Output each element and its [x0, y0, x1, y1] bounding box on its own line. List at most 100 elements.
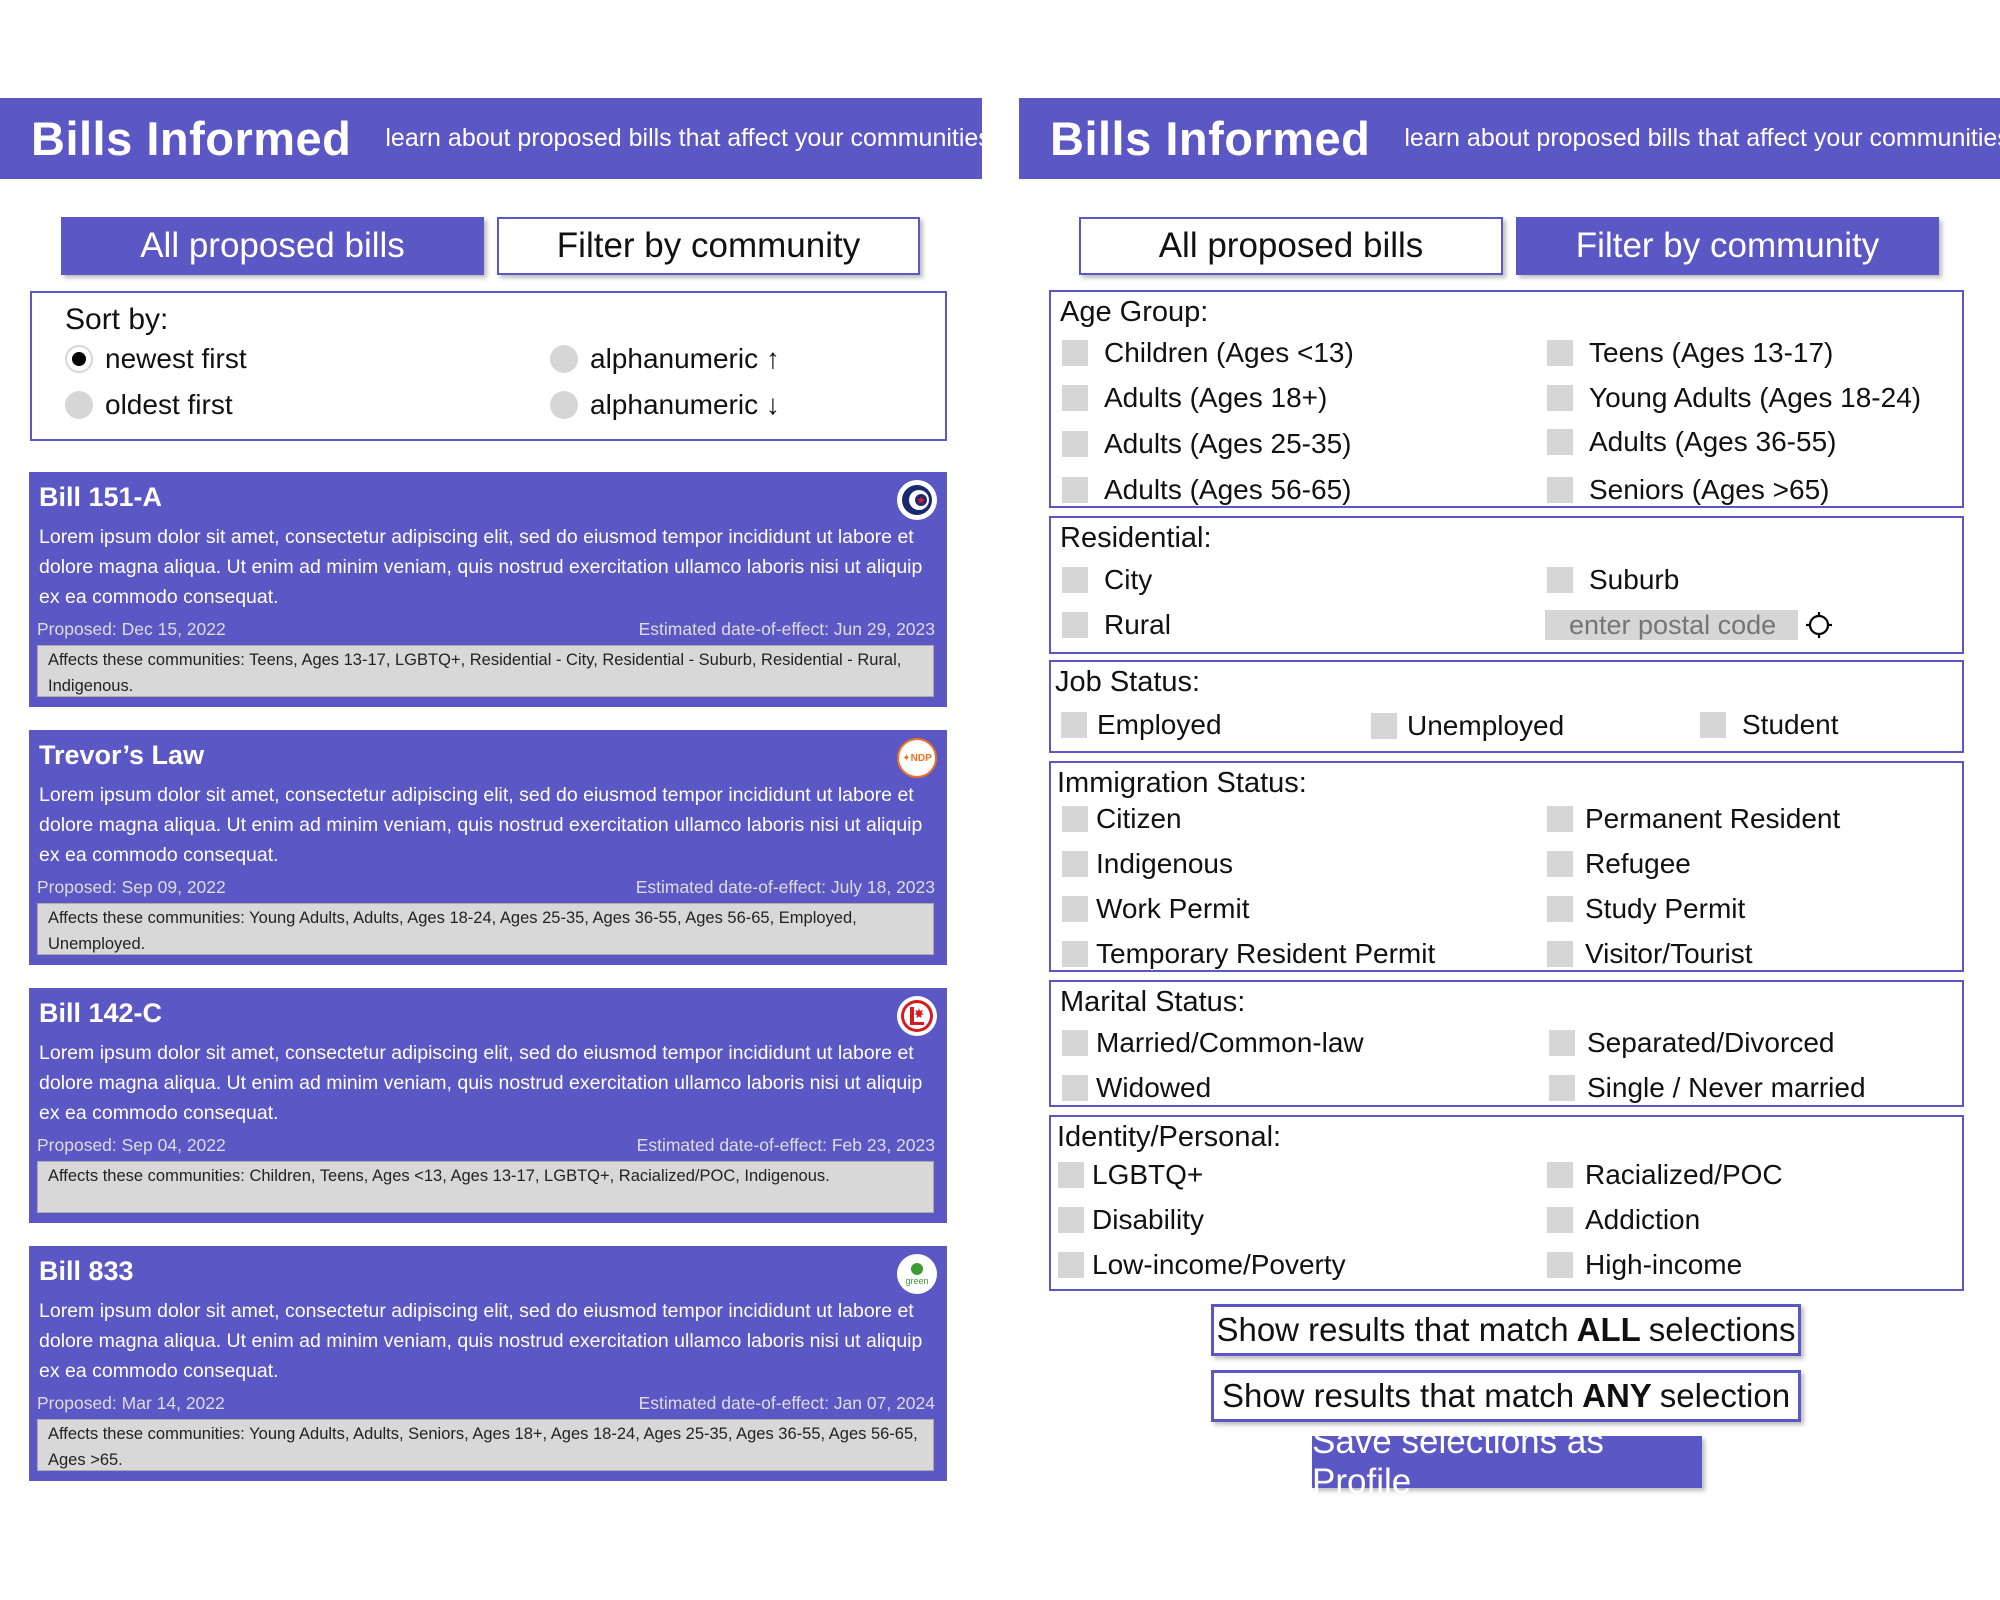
- checkbox-label: Citizen: [1096, 803, 1182, 834]
- bill-proposed-date: Proposed: Sep 09, 2022: [37, 877, 226, 897]
- age-teens-checkbox[interactable]: Teens (Ages 13-17): [1547, 337, 1833, 369]
- bill-description: Lorem ipsum dolor sit amet, consectetur …: [39, 526, 923, 608]
- bill-description: Lorem ipsum dolor sit amet, consectetur …: [39, 1042, 923, 1124]
- checkbox-label: Young Adults (Ages 18-24): [1589, 382, 1922, 413]
- conservative-party-icon: [897, 480, 937, 520]
- section-label: Identity/Personal:: [1057, 1121, 1282, 1153]
- sort-alpha-asc-radio[interactable]: alphanumeric ↑: [550, 343, 780, 375]
- checkbox-icon: [1547, 385, 1573, 411]
- checkbox-label: Married/Common-law: [1096, 1027, 1364, 1058]
- residential-rural-checkbox[interactable]: Rural: [1062, 609, 1171, 641]
- immigration-visitor-checkbox[interactable]: Visitor/Tourist: [1547, 938, 1753, 970]
- checkbox-icon: [1549, 1075, 1575, 1101]
- checkbox-label: Separated/Divorced: [1587, 1027, 1835, 1058]
- radio-unchecked-icon: [65, 391, 93, 419]
- marital-widowed-checkbox[interactable]: Widowed: [1062, 1072, 1211, 1104]
- identity-addiction-checkbox[interactable]: Addiction: [1547, 1204, 1700, 1236]
- app-header: Bills Informed learn about proposed bill…: [1019, 98, 2000, 179]
- checkbox-label: Employed: [1097, 709, 1222, 740]
- match-any-button[interactable]: Show results that match ANY selection: [1211, 1370, 1801, 1422]
- bill-proposed-date: Proposed: Sep 04, 2022: [37, 1135, 226, 1155]
- checkbox-label: Refugee: [1585, 848, 1691, 879]
- marital-married-checkbox[interactable]: Married/Common-law: [1062, 1027, 1364, 1059]
- tab-all-proposed-bills[interactable]: All proposed bills: [61, 217, 484, 275]
- immigration-citizen-checkbox[interactable]: Citizen: [1062, 803, 1182, 835]
- job-student-checkbox[interactable]: Student: [1700, 709, 1839, 741]
- right-panel: Bills Informed learn about proposed bill…: [1019, 98, 2000, 179]
- residential-suburb-checkbox[interactable]: Suburb: [1547, 564, 1679, 596]
- job-employed-checkbox[interactable]: Employed: [1061, 709, 1222, 741]
- checkbox-label: Adults (Ages 56-65): [1104, 474, 1352, 505]
- section-label: Immigration Status:: [1057, 767, 1307, 799]
- ndp-label: ✦NDP: [899, 740, 935, 776]
- checkbox-icon: [1062, 806, 1088, 832]
- bill-card[interactable]: Bill 142-C Lorem ipsum dolor sit amet, c…: [29, 988, 947, 1223]
- marital-separated-checkbox[interactable]: Separated/Divorced: [1549, 1027, 1834, 1059]
- bill-affected-communities: Affects these communities: Teens, Ages 1…: [37, 645, 934, 697]
- age-adults-25-35-checkbox[interactable]: Adults (Ages 25-35): [1062, 428, 1351, 460]
- age-adults-36-55-checkbox[interactable]: Adults (Ages 36-55): [1547, 426, 1836, 458]
- app-tagline: learn about proposed bills that affect y…: [385, 124, 991, 152]
- bill-affected-communities: Affects these communities: Children, Tee…: [37, 1161, 934, 1213]
- locate-icon[interactable]: [1806, 612, 1832, 638]
- checkbox-label: Addiction: [1585, 1204, 1701, 1235]
- sort-alpha-desc-radio[interactable]: alphanumeric ↓: [550, 389, 780, 421]
- bill-title: Bill 142-C: [39, 998, 163, 1028]
- checkbox-icon: [1062, 896, 1088, 922]
- checkbox-icon: [1061, 712, 1087, 738]
- identity-disability-checkbox[interactable]: Disability: [1058, 1204, 1204, 1236]
- button-label: Show results that match: [1221, 1377, 1575, 1414]
- identity-personal-section: Identity/Personal: LGBTQ+ Racialized/POC…: [1049, 1115, 1964, 1291]
- immigration-work-permit-checkbox[interactable]: Work Permit: [1062, 893, 1250, 925]
- app-title: Bills Informed: [31, 112, 352, 165]
- sort-newest-radio[interactable]: newest first: [65, 343, 247, 375]
- checkbox-label: Visitor/Tourist: [1585, 938, 1753, 969]
- age-young-adults-checkbox[interactable]: Young Adults (Ages 18-24): [1547, 382, 1921, 414]
- checkbox-label: City: [1104, 564, 1153, 595]
- checkbox-icon: [1547, 567, 1573, 593]
- bill-card[interactable]: Trevor’s Law ✦NDP Lorem ipsum dolor sit …: [29, 730, 947, 965]
- identity-high-income-checkbox[interactable]: High-income: [1547, 1249, 1742, 1281]
- bill-card[interactable]: Bill 151-A Lorem ipsum dolor sit amet, c…: [29, 472, 947, 707]
- immigration-study-permit-checkbox[interactable]: Study Permit: [1547, 893, 1745, 925]
- marital-single-checkbox[interactable]: Single / Never married: [1549, 1072, 1866, 1104]
- checkbox-label: Permanent Resident: [1585, 803, 1841, 834]
- age-seniors-checkbox[interactable]: Seniors (Ages >65): [1547, 474, 1829, 506]
- checkbox-icon: [1062, 1075, 1088, 1101]
- checkbox-label: Study Permit: [1585, 893, 1746, 924]
- checkbox-icon: [1062, 1030, 1088, 1056]
- bill-card[interactable]: Bill 833 green Lorem ipsum dolor sit ame…: [29, 1246, 947, 1481]
- sort-box: Sort by: newest first oldest first alpha…: [30, 291, 947, 441]
- postal-code-input[interactable]: [1545, 610, 1798, 640]
- tab-all-proposed-bills[interactable]: All proposed bills: [1079, 217, 1503, 275]
- bill-affected-communities: Affects these communities: Young Adults,…: [37, 903, 934, 955]
- age-adults-18-checkbox[interactable]: Adults (Ages 18+): [1062, 382, 1327, 414]
- app-tagline: learn about proposed bills that affect y…: [1404, 124, 2000, 152]
- bill-title: Bill 833: [39, 1256, 134, 1286]
- identity-racialized-checkbox[interactable]: Racialized/POC: [1547, 1159, 1783, 1191]
- sort-oldest-radio[interactable]: oldest first: [65, 389, 233, 421]
- radio-label: alphanumeric ↓: [590, 389, 780, 420]
- checkbox-icon: [1058, 1162, 1084, 1188]
- identity-low-income-checkbox[interactable]: Low-income/Poverty: [1058, 1249, 1346, 1281]
- radio-unchecked-icon: [550, 391, 578, 419]
- checkbox-label: Seniors (Ages >65): [1589, 474, 1830, 505]
- bill-effect-date: Estimated date-of-effect: Feb 23, 2023: [636, 1135, 935, 1155]
- immigration-permanent-resident-checkbox[interactable]: Permanent Resident: [1547, 803, 1840, 835]
- bill-affected-communities: Affects these communities: Young Adults,…: [37, 1419, 934, 1471]
- immigration-refugee-checkbox[interactable]: Refugee: [1547, 848, 1691, 880]
- checkbox-icon: [1547, 941, 1573, 967]
- match-all-button[interactable]: Show results that match ALL selections: [1211, 1304, 1801, 1356]
- age-adults-56-65-checkbox[interactable]: Adults (Ages 56-65): [1062, 474, 1351, 506]
- tab-filter-by-community[interactable]: Filter by community: [497, 217, 920, 275]
- immigration-temporary-resident-checkbox[interactable]: Temporary Resident Permit: [1062, 938, 1435, 970]
- immigration-indigenous-checkbox[interactable]: Indigenous: [1062, 848, 1233, 880]
- residential-city-checkbox[interactable]: City: [1062, 564, 1152, 596]
- tab-filter-by-community[interactable]: Filter by community: [1516, 217, 1939, 275]
- section-label: Residential:: [1060, 522, 1212, 554]
- checkbox-icon: [1547, 1207, 1573, 1233]
- identity-lgbtq-checkbox[interactable]: LGBTQ+: [1058, 1159, 1203, 1191]
- save-profile-button[interactable]: Save selections as Profile: [1312, 1422, 1702, 1501]
- job-unemployed-checkbox[interactable]: Unemployed: [1371, 710, 1564, 742]
- age-children-checkbox[interactable]: Children (Ages <13): [1062, 337, 1354, 369]
